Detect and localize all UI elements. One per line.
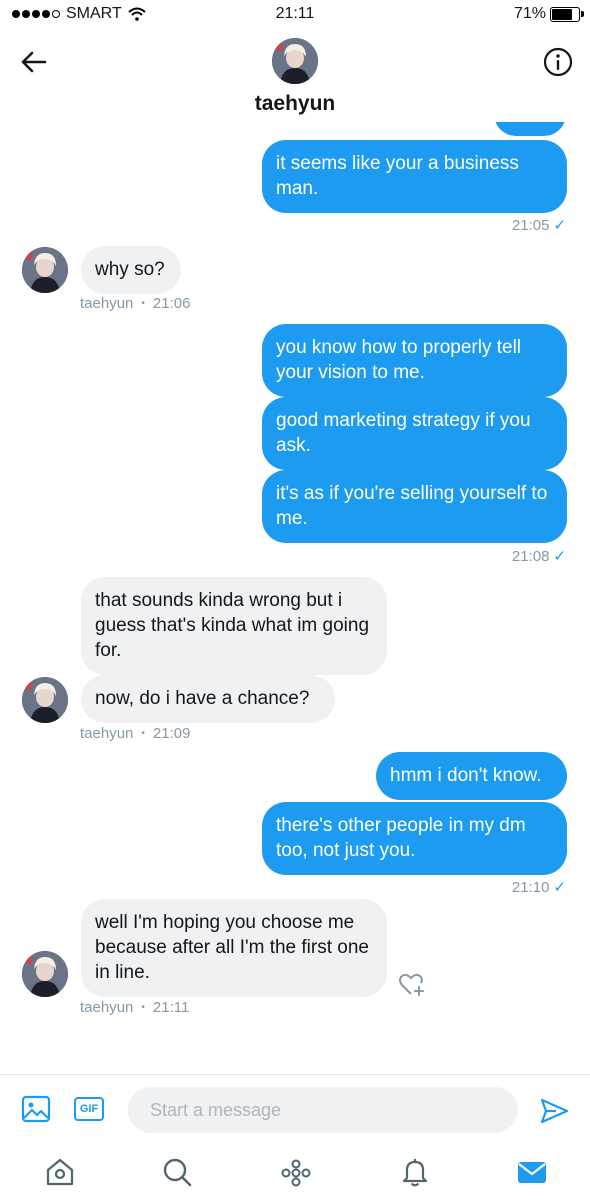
back-arrow-icon: [21, 51, 47, 73]
sender-avatar[interactable]: [22, 951, 68, 997]
search-icon: [163, 1158, 192, 1187]
image-icon: [21, 1095, 51, 1123]
sender-avatar[interactable]: [22, 247, 68, 293]
heart-plus-icon[interactable]: [398, 972, 426, 998]
contact-name[interactable]: taehyun: [0, 92, 590, 116]
message-bubble-incoming[interactable]: well I'm hoping you choose me because af…: [81, 899, 387, 997]
message-bubble-outgoing[interactable]: there's other people in my dm too, not j…: [262, 802, 567, 875]
message-meta: taehyun • 21:09: [80, 725, 191, 742]
tab-bar: [0, 1144, 590, 1200]
battery: 71%: [513, 5, 584, 23]
back-button[interactable]: [18, 46, 50, 78]
send-button[interactable]: [538, 1095, 570, 1127]
message-timestamp: 21:08 ✓: [511, 547, 566, 566]
read-check-icon: ✓: [553, 879, 566, 896]
spaces-icon: [281, 1159, 311, 1187]
tab-notifications[interactable]: [399, 1156, 431, 1188]
gif-button[interactable]: GIF: [74, 1097, 104, 1121]
battery-percent: 71%: [513, 5, 546, 22]
message-bubble-outgoing[interactable]: hmm i don't know.: [376, 752, 567, 800]
mail-icon: [518, 1162, 546, 1183]
message-list[interactable]: it seems like your a business man. 21:05…: [0, 122, 590, 1072]
read-check-icon: ✓: [553, 217, 566, 234]
home-icon: [46, 1158, 74, 1186]
info-button[interactable]: [542, 46, 574, 78]
message-bubble-incoming[interactable]: that sounds kinda wrong but i guess that…: [81, 577, 387, 675]
read-check-icon: ✓: [553, 548, 566, 565]
message-bubble-incoming[interactable]: now, do i have a chance?: [81, 675, 335, 723]
message-bubble-partial: [494, 122, 566, 136]
tab-home[interactable]: [44, 1156, 76, 1188]
contact-avatar[interactable]: [272, 38, 318, 84]
message-timestamp: 21:10 ✓: [511, 878, 566, 897]
clock: 21:11: [275, 5, 315, 22]
message-meta: taehyun • 21:11: [80, 999, 190, 1016]
message-timestamp: 21:05 ✓: [511, 216, 566, 235]
tab-search[interactable]: [161, 1156, 193, 1188]
message-input[interactable]: [128, 1087, 518, 1133]
send-icon: [540, 1098, 569, 1124]
message-bubble-outgoing[interactable]: you know how to properly tell your visio…: [262, 324, 567, 397]
message-bubble-incoming[interactable]: why so?: [81, 246, 181, 294]
message-bubble-outgoing[interactable]: it seems like your a business man.: [262, 140, 567, 213]
tab-messages[interactable]: [516, 1156, 548, 1188]
info-icon: [543, 47, 573, 77]
message-meta: taehyun • 21:06: [80, 295, 191, 312]
battery-icon: [550, 6, 584, 22]
sender-avatar[interactable]: [22, 677, 68, 723]
message-bubble-outgoing[interactable]: good marketing strategy if you ask.: [262, 397, 567, 470]
message-composer: GIF: [0, 1074, 590, 1145]
image-button[interactable]: [20, 1093, 52, 1125]
conversation-header: taehyun: [0, 32, 590, 122]
bell-icon: [402, 1159, 428, 1187]
message-bubble-outgoing[interactable]: it's as if you're selling yourself to me…: [262, 470, 567, 543]
status-bar: SMART 21:11 71%: [0, 0, 590, 32]
tab-spaces[interactable]: [280, 1156, 312, 1188]
